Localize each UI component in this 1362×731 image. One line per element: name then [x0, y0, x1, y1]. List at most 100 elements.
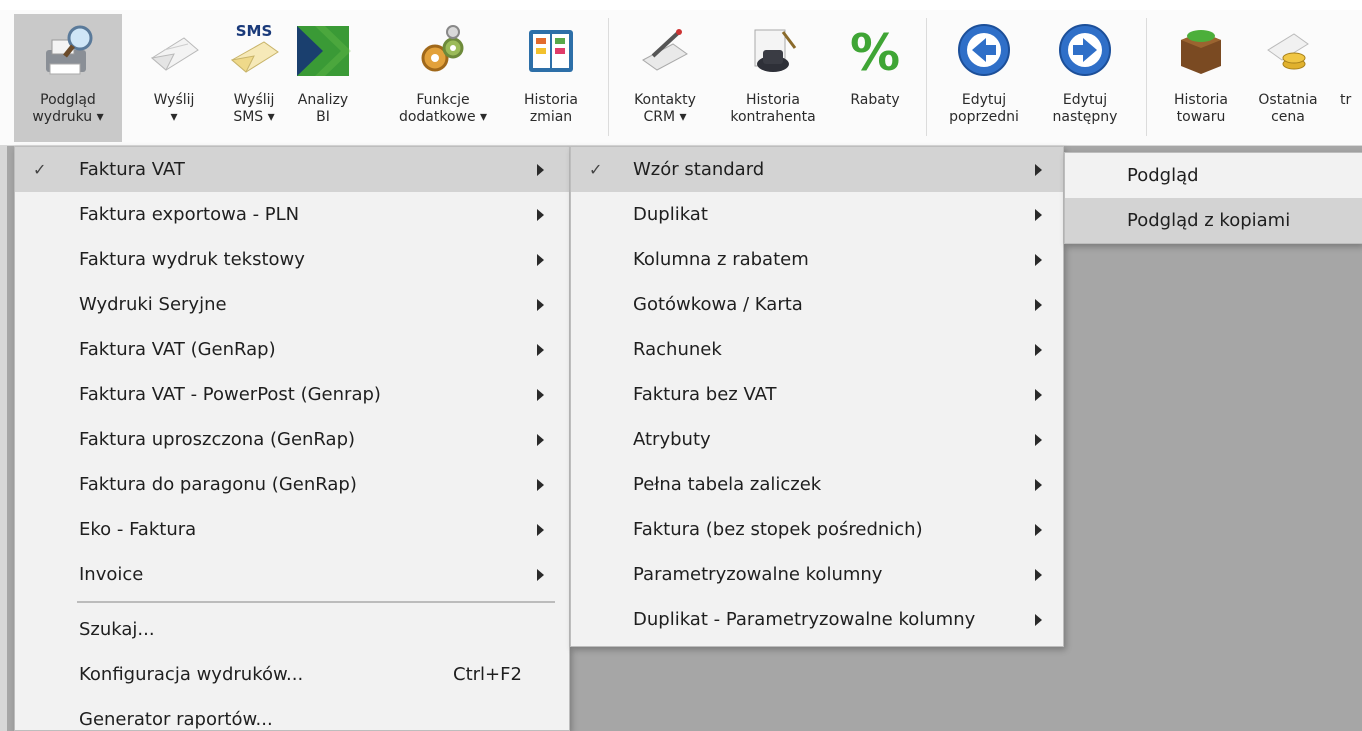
edit-next-button[interactable]: Edytuj następny [1036, 14, 1134, 142]
menu-item-atrybuty[interactable]: Atrybuty [571, 417, 1063, 462]
print-preview-button[interactable]: Podgląd wydruku ▾ [14, 14, 122, 142]
menu-item-label: Generator raportów... [79, 709, 273, 730]
edit-previous-button[interactable]: Edytuj poprzedni [938, 14, 1030, 142]
send-sms-button[interactable]: SMS Wyślij SMS ▾ [218, 14, 290, 142]
menu-item-label: Eko - Faktura [79, 519, 197, 540]
crm-contacts-icon [635, 20, 695, 80]
contractor-history-icon [743, 20, 803, 80]
product-history-button[interactable]: Historia towaru [1156, 14, 1246, 142]
discounts-button[interactable]: % Rabaty [836, 14, 914, 142]
menu-item-label: Konfiguracja wydruków... [79, 664, 304, 685]
menu-item-faktura-vat-genrap[interactable]: Faktura VAT (GenRap) [15, 327, 569, 372]
menu-item-label: Faktura bez VAT [633, 384, 777, 405]
menu-item-label: Faktura do paragonu (GenRap) [79, 474, 357, 495]
menu-item-podglad[interactable]: Podgląd [1065, 153, 1362, 198]
menu-item-faktura-vat[interactable]: ✓ Faktura VAT [15, 147, 569, 192]
button-label: dodatkowe ▾ [398, 109, 488, 125]
menu-item-faktura-wydruk-tekstowy[interactable]: Faktura wydruk tekstowy [15, 237, 569, 282]
menu-item-label: Faktura VAT - PowerPost (Genrap) [79, 384, 381, 405]
menu-item-faktura-uproszczona[interactable]: Faktura uproszczona (GenRap) [15, 417, 569, 462]
menu-item-wzor-standard[interactable]: ✓ Wzór standard [571, 147, 1063, 192]
submenu-arrow-icon [537, 479, 544, 491]
button-label: towaru [1176, 109, 1226, 125]
button-label: Wyślij [153, 92, 195, 108]
submenu-arrow-icon [1035, 389, 1042, 401]
menu-item-duplikat-parametryzowalne[interactable]: Duplikat - Parametryzowalne kolumny [571, 597, 1063, 642]
submenu-arrow-icon [537, 389, 544, 401]
ribbon-separator [1146, 18, 1147, 136]
print-preview-menu: ✓ Faktura VAT Faktura exportowa - PLN Fa… [14, 146, 570, 731]
menu-item-gotowkowa-karta[interactable]: Gotówkowa / Karta [571, 282, 1063, 327]
menu-item-faktura-exportowa[interactable]: Faktura exportowa - PLN [15, 192, 569, 237]
button-label: CRM ▾ [643, 109, 687, 125]
arrow-right-circle-icon [1055, 20, 1115, 80]
menu-item-label: Faktura wydruk tekstowy [79, 249, 305, 270]
menu-item-faktura-vat-powerpost[interactable]: Faktura VAT - PowerPost (Genrap) [15, 372, 569, 417]
submenu-arrow-icon [1035, 209, 1042, 221]
ribbon-separator [926, 18, 927, 136]
percent-icon: % [845, 20, 905, 80]
sms-badge-text: SMS [236, 22, 273, 40]
menu-item-kolumna-z-rabatem[interactable]: Kolumna z rabatem [571, 237, 1063, 282]
menu-item-label: Faktura VAT (GenRap) [79, 339, 276, 360]
menu-item-invoice[interactable]: Invoice [15, 552, 569, 597]
send-envelope-icon [144, 20, 204, 80]
submenu-arrow-icon [1035, 299, 1042, 311]
submenu-arrow-icon [1035, 344, 1042, 356]
check-icon: ✓ [589, 160, 603, 179]
gears-icon [413, 20, 473, 80]
analytics-arrow-icon [293, 20, 353, 80]
submenu-arrow-icon [1035, 614, 1042, 626]
additional-functions-button[interactable]: Funkcje dodatkowe ▾ [384, 14, 502, 142]
button-label: wydruku ▾ [32, 109, 104, 125]
menu-item-label: Atrybuty [633, 429, 711, 450]
menu-item-label: Rachunek [633, 339, 722, 360]
button-label: Podgląd [40, 92, 96, 108]
print-preview-icon [38, 20, 98, 80]
menu-item-generator-raportow[interactable]: Generator raportów... [15, 697, 569, 731]
menu-item-szukaj[interactable]: Szukaj... [15, 607, 569, 652]
bi-analytics-button[interactable]: Analizy BI [290, 14, 356, 142]
button-label: Historia [524, 92, 578, 108]
menu-item-podglad-z-kopiami[interactable]: Podgląd z kopiami [1065, 198, 1362, 243]
menu-item-rachunek[interactable]: Rachunek [571, 327, 1063, 372]
last-price-button[interactable]: Ostatnia cena [1246, 14, 1330, 142]
crm-contacts-button[interactable]: Kontakty CRM ▾ [620, 14, 710, 142]
menu-separator [77, 601, 555, 603]
menu-item-faktura-bez-stopek[interactable]: Faktura (bez stopek pośrednich) [571, 507, 1063, 552]
menu-item-konfiguracja-wydrukow[interactable]: Konfiguracja wydruków... Ctrl+F2 [15, 652, 569, 697]
button-label: Historia [1174, 92, 1228, 108]
menu-item-eko-faktura[interactable]: Eko - Faktura [15, 507, 569, 552]
menu-item-parametryzowalne-kolumny[interactable]: Parametryzowalne kolumny [571, 552, 1063, 597]
button-label: cena [1271, 109, 1305, 125]
menu-item-faktura-do-paragonu[interactable]: Faktura do paragonu (GenRap) [15, 462, 569, 507]
menu-item-label: Podgląd z kopiami [1127, 210, 1291, 231]
button-label: zmian [529, 109, 573, 125]
menu-item-label: Szukaj... [79, 619, 155, 640]
menu-item-faktura-bez-vat[interactable]: Faktura bez VAT [571, 372, 1063, 417]
submenu-arrow-icon [537, 524, 544, 536]
button-label: kontrahenta [730, 109, 816, 125]
cut-off-ribbon-button[interactable]: tr [1338, 14, 1362, 142]
sms-envelope-icon: SMS [224, 20, 284, 80]
menu-item-label: Faktura uproszczona (GenRap) [79, 429, 356, 450]
menu-item-duplikat[interactable]: Duplikat [571, 192, 1063, 237]
svg-text:%: % [850, 24, 900, 80]
change-history-button[interactable]: Historia zmian [508, 14, 594, 142]
menu-item-wydruki-seryjne[interactable]: Wydruki Seryjne [15, 282, 569, 327]
ribbon-toolbar: Podgląd wydruku ▾ Wyślij ▾ SMS Wyślij SMS ▾… [0, 0, 1362, 146]
window-left-edge [0, 146, 7, 731]
faktura-vat-submenu: ✓ Wzór standard Duplikat Kolumna z rabat… [570, 146, 1064, 647]
menu-item-label: Invoice [79, 564, 144, 585]
contractor-history-button[interactable]: Historia kontrahenta [720, 14, 826, 142]
submenu-arrow-icon [1035, 164, 1042, 176]
send-button[interactable]: Wyślij ▾ [142, 14, 206, 142]
button-label: Edytuj [1062, 92, 1108, 108]
menu-item-label: Wzór standard [633, 159, 765, 180]
ribbon-top-strip [0, 0, 1362, 10]
submenu-arrow-icon [537, 344, 544, 356]
menu-item-label: Faktura VAT [79, 159, 185, 180]
menu-item-pelna-tabela-zaliczek[interactable]: Pełna tabela zaliczek [571, 462, 1063, 507]
button-label: poprzedni [949, 109, 1019, 125]
button-label: Rabaty [850, 92, 900, 108]
